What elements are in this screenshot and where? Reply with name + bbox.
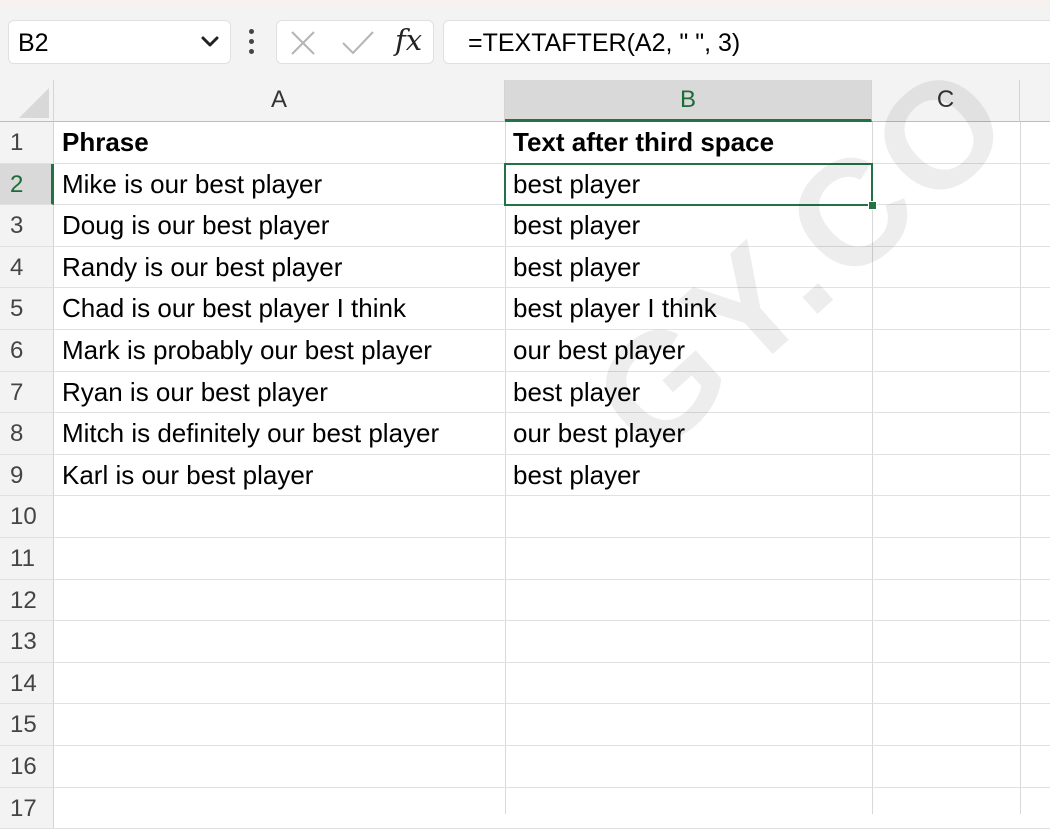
row-header-12[interactable]: 12 <box>0 579 54 622</box>
select-all-triangle-icon <box>19 88 49 118</box>
gridline-horizontal <box>54 578 1050 580</box>
cell-a6[interactable]: Mark is probably our best player <box>54 330 505 372</box>
cell-a8[interactable]: Mitch is definitely our best player <box>54 413 505 455</box>
row-header-8[interactable]: 8 <box>0 413 54 455</box>
worksheet-grid[interactable]: A B C 1 2 3 4 5 6 7 8 9 10 11 12 13 14 15 16 17 Phrase Mike i… <box>0 80 1050 829</box>
cell-b8[interactable]: our best player <box>505 413 872 455</box>
formula-bar-area: B2 fx =TEXTAFTER(A2, " ", 3) <box>0 0 1050 80</box>
select-all-button[interactable] <box>0 80 54 122</box>
cell-b7[interactable]: best player <box>505 372 872 414</box>
cell-a1[interactable]: Phrase <box>54 122 505 164</box>
cell-b3[interactable]: best player <box>505 205 872 247</box>
gridline-vertical <box>872 122 873 814</box>
row-header-2[interactable]: 2 <box>0 163 54 206</box>
cell-b6[interactable]: our best player <box>505 330 872 372</box>
name-box-value: B2 <box>18 29 49 57</box>
cell-b4[interactable]: best player <box>505 247 872 289</box>
fill-handle[interactable] <box>868 201 877 211</box>
row-header-15[interactable]: 15 <box>0 704 54 746</box>
active-cell-border[interactable] <box>504 162 873 207</box>
cell-a3[interactable]: Doug is our best player <box>54 205 505 247</box>
more-options-icon[interactable] <box>246 24 256 60</box>
cell-a7[interactable]: Ryan is our best player <box>54 372 505 414</box>
row-header-16[interactable]: 16 <box>0 746 54 788</box>
column-header-a[interactable]: A <box>54 80 505 122</box>
cell-b9[interactable]: best player <box>505 455 872 497</box>
formula-input[interactable]: =TEXTAFTER(A2, " ", 3) <box>443 20 1050 64</box>
gridline-horizontal <box>54 745 1050 746</box>
column-header-c[interactable]: C <box>872 80 1020 122</box>
row-header-3[interactable]: 3 <box>0 205 54 247</box>
insert-function-icon[interactable]: fx <box>395 23 422 57</box>
cell-a4[interactable]: Randy is our best player <box>54 247 505 289</box>
gridline-horizontal <box>54 661 1050 663</box>
cell-a2[interactable]: Mike is our best player <box>54 164 505 206</box>
row-header-5[interactable]: 5 <box>0 288 54 330</box>
column-header-next[interactable] <box>1020 80 1050 122</box>
formula-controls: fx <box>276 20 434 64</box>
cancel-icon[interactable] <box>289 29 317 57</box>
row-header-10[interactable]: 10 <box>0 496 54 538</box>
check-icon[interactable] <box>341 29 375 57</box>
row-header-11[interactable]: 11 <box>0 538 54 580</box>
gridline-horizontal <box>54 620 1050 622</box>
gridline-vertical <box>1020 122 1021 814</box>
chevron-down-icon[interactable] <box>200 34 220 50</box>
gridline-horizontal <box>54 786 1050 788</box>
cell-a5[interactable]: Chad is our best player I think <box>54 288 505 330</box>
name-box[interactable]: B2 <box>8 20 231 64</box>
ribbon-edge <box>0 0 1050 7</box>
column-header-b[interactable]: B <box>505 80 872 122</box>
cell-b5[interactable]: best player I think <box>505 288 872 330</box>
gridline-horizontal <box>54 537 1050 538</box>
gridline-horizontal <box>54 703 1050 705</box>
row-header-13[interactable]: 13 <box>0 621 54 663</box>
row-header-4[interactable]: 4 <box>0 246 54 289</box>
cell-a9[interactable]: Karl is our best player <box>54 455 505 497</box>
row-header-9[interactable]: 9 <box>0 454 54 497</box>
row-header-14[interactable]: 14 <box>0 662 54 705</box>
formula-text: =TEXTAFTER(A2, " ", 3) <box>468 29 741 57</box>
row-header-17[interactable]: 17 <box>0 787 54 829</box>
row-header-6[interactable]: 6 <box>0 330 54 372</box>
row-header-1[interactable]: 1 <box>0 122 54 164</box>
row-header-7[interactable]: 7 <box>0 371 54 414</box>
cell-b1[interactable]: Text after third space <box>505 122 872 164</box>
